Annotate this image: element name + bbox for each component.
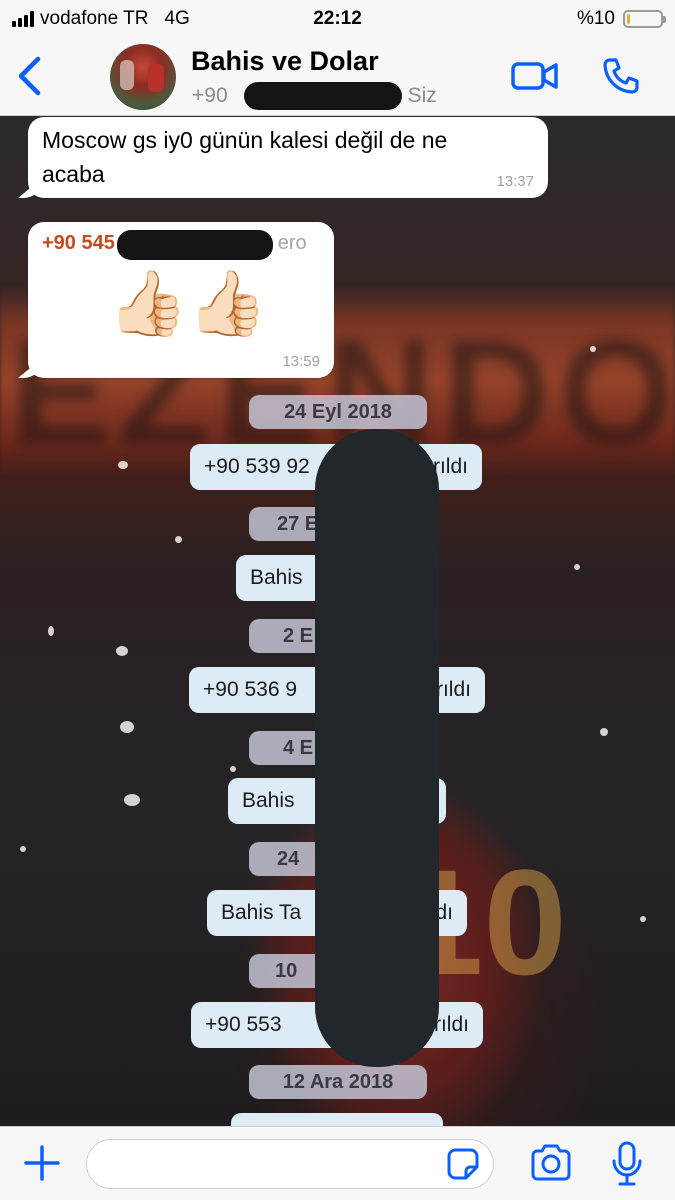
member-suffix: Siz — [407, 84, 437, 107]
sticker-icon — [447, 1148, 479, 1180]
chat-members[interactable]: +90 Siz — [192, 82, 437, 110]
sender-name-tail: ero — [277, 232, 307, 255]
date-separator: 24 Eyl 2018 — [249, 395, 427, 429]
composer-bar — [0, 1126, 675, 1200]
system-message — [231, 1113, 443, 1126]
member-prefix: +90 — [192, 84, 228, 107]
message-bubble[interactable]: Moscow gs iy0 günün kalesi değil de ne a… — [28, 117, 548, 198]
chat-title[interactable]: Bahis ve Dolar — [191, 46, 379, 77]
back-button[interactable] — [12, 54, 46, 98]
status-bar: vodafone TR 4G 22:12 %10 — [0, 0, 675, 38]
microphone-icon — [612, 1141, 642, 1186]
message-input[interactable] — [86, 1139, 494, 1189]
message-bubble[interactable]: +90 545 ero 👍🏻👍🏻 13:59 — [28, 222, 334, 378]
thumbs-up-emoji: 👍🏻👍🏻 — [108, 267, 268, 339]
clock: 22:12 — [313, 8, 362, 29]
date-separator: 12 Ara 2018 — [249, 1065, 427, 1099]
camera-icon — [531, 1144, 571, 1181]
redaction-mark — [315, 429, 439, 1067]
voice-call-button[interactable] — [600, 54, 642, 98]
redaction-mark — [117, 230, 274, 260]
video-call-button[interactable] — [510, 54, 560, 98]
chat-header: Bahis ve Dolar +90 Siz — [0, 38, 675, 116]
message-sender[interactable]: +90 545 ero — [42, 230, 307, 260]
voice-message-button[interactable] — [610, 1141, 644, 1187]
chat-area[interactable]: EZENDO 10 Moscow gs iy0 günün kalesi değ… — [0, 116, 675, 1126]
attach-button[interactable] — [22, 1143, 62, 1183]
phone-icon — [603, 58, 639, 94]
sticker-button[interactable] — [446, 1147, 480, 1181]
message-text: Moscow gs iy0 günün kalesi değil de ne a… — [42, 127, 448, 187]
message-time: 13:59 — [282, 353, 320, 370]
plus-icon — [24, 1145, 60, 1181]
message-time: 13:37 — [496, 173, 534, 190]
battery-percent: %10 — [576, 8, 615, 29]
group-avatar[interactable] — [110, 44, 176, 110]
battery-icon — [623, 10, 666, 28]
sender-number: +90 545 — [42, 232, 115, 255]
battery-info: %10 — [576, 8, 666, 30]
redaction-mark — [243, 82, 402, 110]
chevron-left-icon — [18, 56, 41, 96]
camera-button[interactable] — [529, 1143, 573, 1183]
video-camera-icon — [511, 62, 558, 90]
